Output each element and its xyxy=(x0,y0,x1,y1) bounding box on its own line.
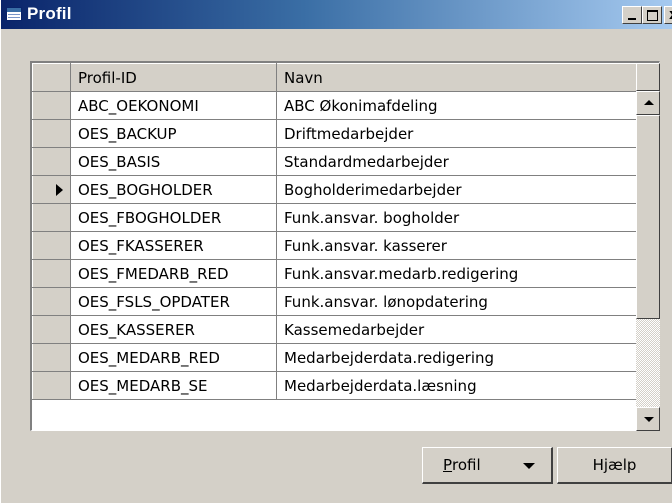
cell-profil-id[interactable]: OES_KASSERER xyxy=(70,315,277,344)
table-row[interactable]: OES_FMEDARB_RED Funk.ansvar.medarb.redige… xyxy=(32,259,642,288)
column-header-navn[interactable]: Navn xyxy=(276,63,642,92)
cell-navn[interactable]: ABC Økonimafdeling xyxy=(276,91,642,120)
vertical-scrollbar[interactable] xyxy=(636,91,660,431)
cell-profil-id[interactable]: OES_FBOGHOLDER xyxy=(70,203,277,232)
row-selector[interactable] xyxy=(32,371,71,400)
scroll-down-button[interactable] xyxy=(636,407,660,431)
table-row[interactable]: OES_MEDARB_SE Medarbejderdata.læsning xyxy=(32,371,642,400)
header-selector[interactable] xyxy=(32,63,71,92)
row-selector[interactable] xyxy=(32,315,71,344)
cell-navn[interactable]: Standardmedarbejder xyxy=(276,147,642,176)
table-row[interactable]: OES_FBOGHOLDER Funk.ansvar. bogholder xyxy=(32,203,642,232)
cell-navn[interactable]: Funk.ansvar. kasserer xyxy=(276,231,642,260)
cell-profil-id[interactable]: OES_FMEDARB_RED xyxy=(70,259,277,288)
profile-table: Profil-ID Navn ABC_OEKONOMI ABC Økonimafd… xyxy=(32,63,642,400)
cell-profil-id[interactable]: OES_MEDARB_SE xyxy=(70,371,277,400)
profile-grid[interactable]: Profil-ID Navn ABC_OEKONOMI ABC Økonimafd… xyxy=(30,61,660,431)
cell-profil-id[interactable]: ABC_OEKONOMI xyxy=(70,91,277,120)
header-row: Profil-ID Navn xyxy=(32,63,642,92)
table-row[interactable]: OES_KASSERER Kassemedarbejder xyxy=(32,315,642,344)
cell-navn[interactable]: Funk.ansvar. bogholder xyxy=(276,203,642,232)
row-selector[interactable] xyxy=(32,343,71,372)
cell-profil-id[interactable]: OES_BOGHOLDER xyxy=(70,175,277,204)
table-row[interactable]: OES_FSLS_OPDATER Funk.ansvar. lønopdateri… xyxy=(32,287,642,316)
help-button[interactable]: Hjælp xyxy=(557,447,672,484)
table-row[interactable]: OES_BASIS Standardmedarbejder xyxy=(32,147,642,176)
profil-window: Profil x Profil-ID Navn ABC_OEKONOMIABC … xyxy=(0,0,672,503)
row-selector[interactable] xyxy=(32,147,71,176)
cell-navn[interactable]: Kassemedarbejder xyxy=(276,315,642,344)
maximize-icon xyxy=(647,10,658,21)
cell-navn[interactable]: Funk.ansvar. lønopdatering xyxy=(276,287,642,316)
row-selector[interactable] xyxy=(32,259,71,288)
cell-profil-id[interactable]: OES_FSLS_OPDATER xyxy=(70,287,277,316)
row-selector[interactable] xyxy=(32,203,71,232)
profil-button-mnemonic: P xyxy=(443,456,453,474)
cell-profil-id[interactable]: OES_FKASSERER xyxy=(70,231,277,260)
arrow-down-icon xyxy=(644,417,654,422)
cell-navn[interactable]: Funk.ansvar.medarb.redigering xyxy=(276,259,642,288)
profil-menu-button[interactable]: Profil xyxy=(422,447,553,484)
cell-navn[interactable]: Medarbejderdata.redigering xyxy=(276,343,642,372)
title-bar[interactable]: Profil x xyxy=(1,0,672,29)
window-title: Profil xyxy=(27,4,72,23)
cell-profil-id[interactable]: OES_MEDARB_RED xyxy=(70,343,277,372)
minimize-button[interactable] xyxy=(622,6,642,24)
table-row[interactable]: ABC_OEKONOMI ABC Økonimafdeling xyxy=(32,91,642,120)
cell-profil-id[interactable]: OES_BACKUP xyxy=(70,119,277,148)
row-selector[interactable] xyxy=(32,119,71,148)
table-row[interactable]: OES_BACKUP Driftmedarbejder xyxy=(32,119,642,148)
table-row[interactable]: OES_FKASSERER Funk.ansvar. kasserer xyxy=(32,231,642,260)
minimize-icon xyxy=(628,18,636,20)
row-selector[interactable] xyxy=(32,287,71,316)
profil-button-label: rofil xyxy=(452,456,481,474)
current-row-arrow-icon xyxy=(56,184,63,196)
column-header-profil-id[interactable]: Profil-ID xyxy=(70,63,277,92)
table-row[interactable]: OES_BOGHOLDER Bogholderimedarbejder xyxy=(32,175,642,204)
cell-navn[interactable]: Driftmedarbejder xyxy=(276,119,642,148)
arrow-up-icon xyxy=(644,100,654,105)
table-icon xyxy=(6,7,22,21)
cell-navn[interactable]: Bogholderimedarbejder xyxy=(276,175,642,204)
scroll-up-button[interactable] xyxy=(636,91,660,115)
scroll-thumb[interactable] xyxy=(636,115,660,319)
row-selector[interactable] xyxy=(32,175,71,204)
row-selector[interactable] xyxy=(32,91,71,120)
dropdown-arrow-icon xyxy=(523,463,535,469)
cell-navn[interactable]: Medarbejderdata.læsning xyxy=(276,371,642,400)
header-corner xyxy=(636,63,660,91)
maximize-button[interactable] xyxy=(642,6,662,24)
row-selector[interactable] xyxy=(32,231,71,260)
close-button[interactable]: x xyxy=(664,6,672,24)
cell-profil-id[interactable]: OES_BASIS xyxy=(70,147,277,176)
table-row[interactable]: OES_MEDARB_RED Medarbejderdata.redigering xyxy=(32,343,642,372)
help-button-label: Hjælp xyxy=(592,456,637,474)
